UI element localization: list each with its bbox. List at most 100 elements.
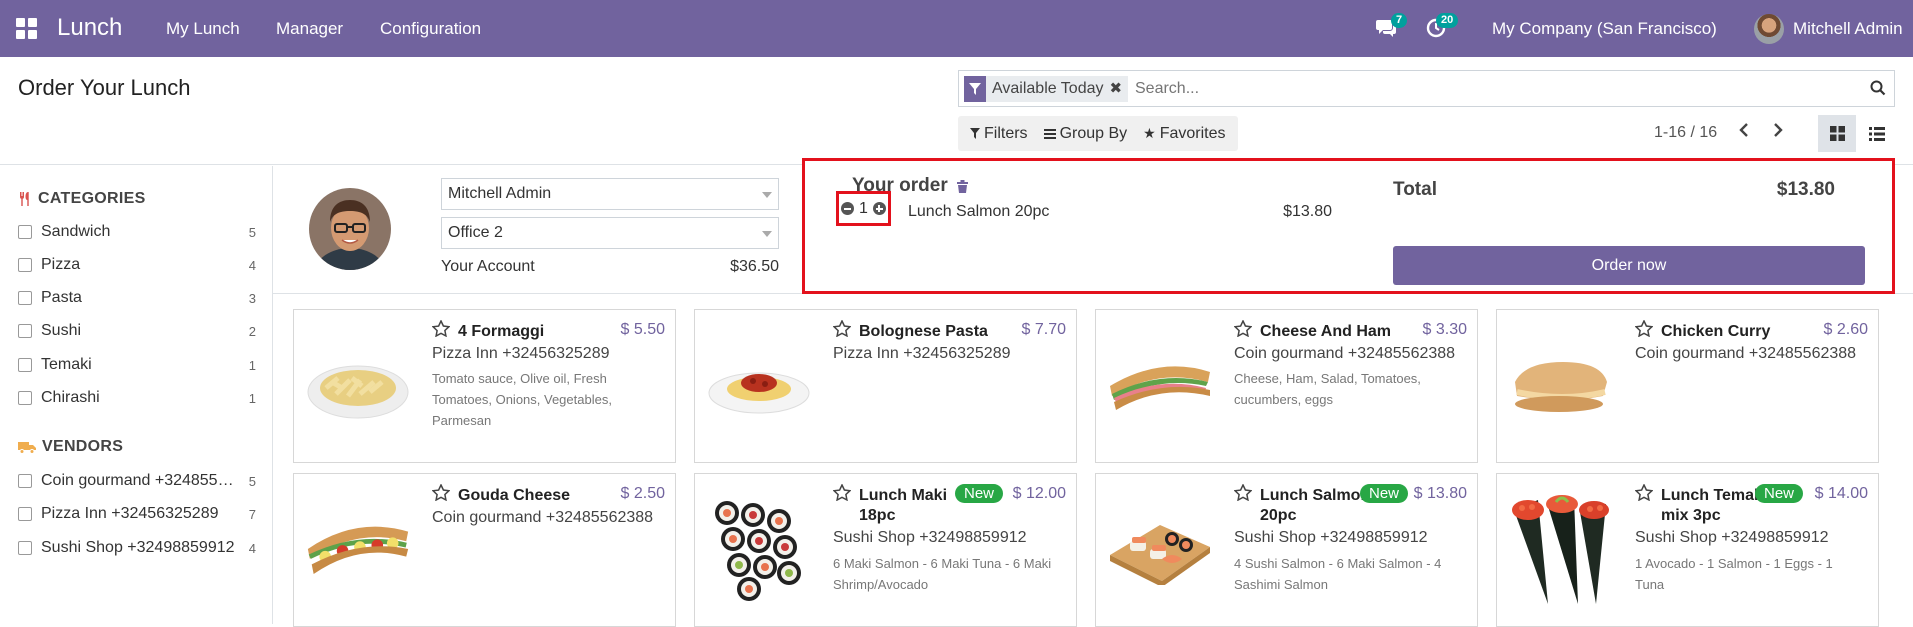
- product-price: $ 14.00: [1814, 485, 1868, 502]
- favorite-star-icon[interactable]: [1634, 319, 1654, 342]
- user-select-value: Mitchell Admin: [448, 185, 552, 202]
- top-navbar: Lunch My Lunch Manager Configuration 7 2…: [0, 0, 1913, 57]
- category-label: Pizza: [41, 256, 81, 273]
- user-avatar[interactable]: [1754, 14, 1784, 44]
- chevron-down-icon: [762, 192, 772, 198]
- vendor-label: Sushi Shop +32498859912: [41, 539, 235, 556]
- app-brand[interactable]: Lunch: [57, 14, 122, 42]
- vendor-label: Pizza Inn +32456325289: [41, 505, 219, 522]
- checkbox[interactable]: [18, 258, 32, 272]
- category-count: 1: [248, 357, 256, 373]
- search-icon[interactable]: [1870, 80, 1886, 101]
- plus-circle-icon[interactable]: [872, 202, 886, 215]
- categories-title: CATEGORIES: [38, 190, 146, 207]
- product-vendor: Sushi Shop +32498859912: [833, 529, 1027, 546]
- checkbox[interactable]: [18, 541, 32, 555]
- product-card-cheese-and-ham[interactable]: Cheese And Ham $ 3.30 Coin gourmand +324…: [1095, 309, 1478, 463]
- user-select[interactable]: Mitchell Admin: [441, 178, 779, 210]
- trash-icon[interactable]: [956, 179, 968, 193]
- category-chirashi[interactable]: Chirashi 1: [18, 387, 256, 409]
- kanban-view-button[interactable]: [1818, 115, 1856, 152]
- search-box[interactable]: Available Today ✖: [958, 70, 1895, 107]
- product-card-4-formaggi[interactable]: 4 Formaggi $ 5.50 Pizza Inn +32456325289…: [293, 309, 676, 463]
- product-card-lunch-temaki-mix-3pc[interactable]: Lunch Temaki mix 3pc New $ 14.00 Sushi S…: [1496, 473, 1879, 627]
- favorites-button[interactable]: ★ Favorites: [1143, 125, 1225, 143]
- new-badge: New: [1755, 484, 1804, 503]
- product-card-gouda-cheese[interactable]: Gouda Cheese $ 2.50 Coin gourmand +32485…: [293, 473, 676, 627]
- order-line-name: Lunch Salmon 20pc: [908, 203, 1050, 220]
- product-image: [304, 324, 412, 444]
- user-menu[interactable]: Mitchell Admin: [1793, 19, 1903, 39]
- favorite-star-icon[interactable]: [431, 483, 451, 506]
- pager-previous-icon[interactable]: [1738, 121, 1750, 144]
- messages-badge: 7: [1391, 13, 1408, 28]
- minus-circle-icon[interactable]: [841, 202, 855, 215]
- category-pizza[interactable]: Pizza 4: [18, 254, 256, 276]
- facet-remove-icon[interactable]: ✖: [1109, 76, 1129, 102]
- product-image: [1507, 324, 1615, 444]
- product-image: [705, 324, 813, 444]
- vendor-label: Coin gourmand +32485562388: [41, 472, 241, 489]
- total-label: Total: [1393, 179, 1437, 200]
- product-description: 4 Sushi Salmon - 6 Maki Salmon - 4 Sashi…: [1234, 556, 1442, 592]
- new-badge: New: [1360, 484, 1409, 503]
- star-icon: ★: [1143, 125, 1156, 141]
- list-view-button[interactable]: [1858, 115, 1896, 152]
- product-image: [705, 488, 813, 608]
- user-photo: [309, 188, 391, 270]
- filters-button[interactable]: Filters: [970, 125, 1028, 143]
- vendors-title: VENDORS: [42, 438, 124, 455]
- product-card-chicken-curry[interactable]: Chicken Curry $ 2.60 Coin gourmand +3248…: [1496, 309, 1879, 463]
- company-switcher[interactable]: My Company (San Francisco): [1492, 19, 1717, 39]
- checkbox[interactable]: [18, 474, 32, 488]
- filter-funnel-icon: [964, 76, 986, 102]
- category-temaki[interactable]: Temaki 1: [18, 354, 256, 376]
- favorite-star-icon[interactable]: [1233, 319, 1253, 342]
- pager-value[interactable]: 1-16 / 16: [1654, 124, 1717, 142]
- product-vendor: Coin gourmand +32485562388: [1234, 345, 1456, 362]
- product-description: Cheese, Ham, Salad, Tomatoes, cucumbers,…: [1234, 371, 1421, 407]
- new-badge: New: [955, 484, 1004, 503]
- favorite-star-icon[interactable]: [832, 483, 852, 506]
- vendor-coin-gourmand[interactable]: Coin gourmand +32485562388 5: [18, 470, 256, 492]
- menu-my-lunch[interactable]: My Lunch: [166, 19, 240, 39]
- vendor-pizza-inn[interactable]: Pizza Inn +32456325289 7: [18, 503, 256, 525]
- checkbox[interactable]: [18, 358, 32, 372]
- category-label: Temaki: [41, 356, 92, 373]
- favorite-star-icon[interactable]: [1634, 483, 1654, 506]
- product-price: $ 13.80: [1413, 485, 1467, 502]
- favorite-star-icon[interactable]: [1233, 483, 1253, 506]
- group-by-button[interactable]: Group By: [1043, 125, 1127, 143]
- order-now-button[interactable]: Order now: [1393, 246, 1865, 285]
- product-name: Chicken Curry: [1661, 323, 1771, 340]
- category-pasta[interactable]: Pasta 3: [18, 287, 256, 309]
- product-name: Cheese And Ham: [1260, 323, 1391, 340]
- checkbox[interactable]: [18, 225, 32, 239]
- menu-manager[interactable]: Manager: [276, 19, 343, 39]
- product-vendor: Sushi Shop +32498859912: [1234, 529, 1428, 546]
- search-input[interactable]: [1135, 80, 1835, 98]
- checkbox[interactable]: [18, 291, 32, 305]
- category-sandwich[interactable]: Sandwich 5: [18, 221, 256, 243]
- product-card-lunch-maki-18pc[interactable]: Lunch Maki 18pc New $ 12.00 Sushi Shop +…: [694, 473, 1077, 627]
- checkbox[interactable]: [18, 507, 32, 521]
- category-sushi[interactable]: Sushi 2: [18, 320, 256, 342]
- kanban-icon: [1829, 126, 1845, 141]
- product-description: Tomato sauce, Olive oil, Fresh Tomatoes,…: [432, 371, 612, 428]
- product-card-lunch-salmon-20pc[interactable]: Lunch Salmon 20pc New $ 13.80 Sushi Shop…: [1095, 473, 1478, 627]
- chevron-down-icon: [762, 231, 772, 237]
- product-description: 6 Maki Salmon - 6 Maki Tuna - 6 Maki Shr…: [833, 556, 1052, 592]
- favorite-star-icon[interactable]: [431, 319, 451, 342]
- apps-menu-icon[interactable]: [16, 18, 38, 40]
- vendor-sushi-shop[interactable]: Sushi Shop +32498859912 4: [18, 537, 256, 559]
- checkbox[interactable]: [18, 391, 32, 405]
- location-select[interactable]: Office 2: [441, 217, 779, 249]
- pager-next-icon[interactable]: [1772, 121, 1784, 144]
- truck-icon: [18, 441, 36, 454]
- checkbox[interactable]: [18, 324, 32, 338]
- product-price: $ 12.00: [1012, 485, 1066, 502]
- favorite-star-icon[interactable]: [832, 319, 852, 342]
- product-name: Bolognese Pasta: [859, 323, 988, 340]
- menu-configuration[interactable]: Configuration: [380, 19, 481, 39]
- product-card-bolognese-pasta[interactable]: Bolognese Pasta $ 7.70 Pizza Inn +324563…: [694, 309, 1077, 463]
